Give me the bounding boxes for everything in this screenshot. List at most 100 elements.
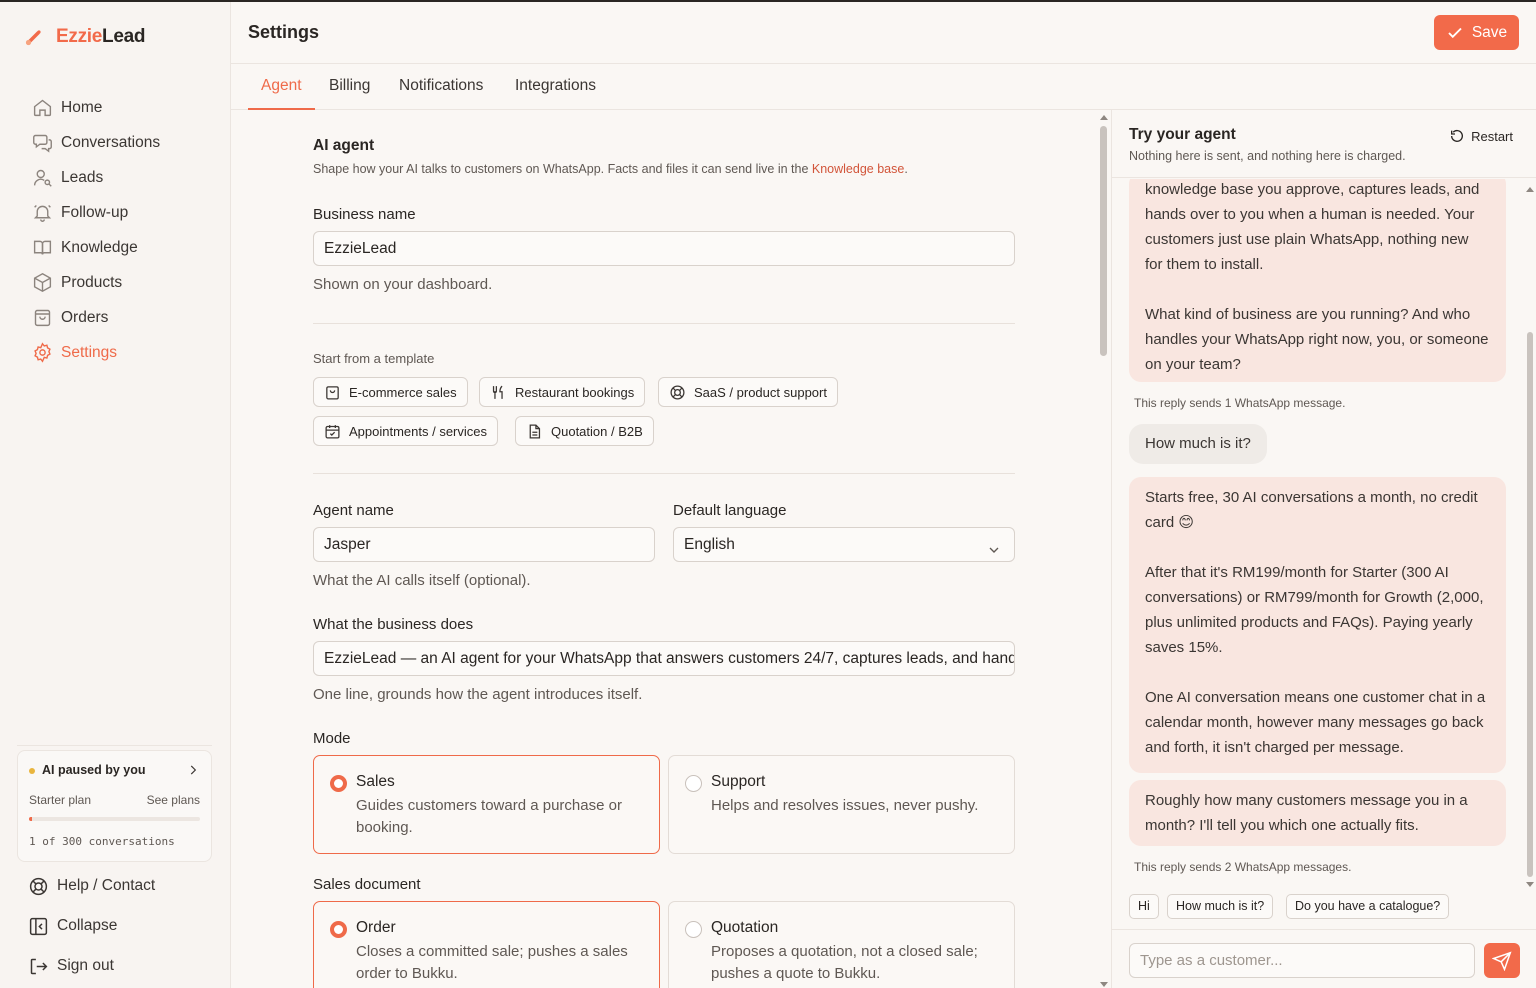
sales-document-label: Sales document	[313, 876, 421, 893]
bot-message: knowledge base you approve, captures lea…	[1129, 179, 1506, 382]
agent-name-input[interactable]: Jasper	[313, 527, 655, 562]
shopping-bag-icon	[324, 384, 341, 401]
chat-icon	[32, 132, 53, 153]
form-scrollbar[interactable]	[1098, 110, 1110, 988]
status-dot	[29, 767, 35, 774]
bot-message: Starts free, 30 AI conversations a month…	[1129, 477, 1506, 773]
chevron-down-icon	[986, 537, 1002, 553]
utensils-icon	[490, 384, 507, 401]
template-ecommerce-button[interactable]: E-commerce sales	[313, 377, 468, 407]
agent-name-label: Agent name	[313, 502, 394, 519]
radio-selected[interactable]	[330, 921, 347, 938]
scroll-down-arrow[interactable]	[1100, 982, 1108, 987]
save-button[interactable]: Save	[1434, 15, 1519, 50]
sidebar-item-conversations[interactable]: Conversations	[24, 125, 214, 160]
radio-unselected[interactable]	[685, 921, 702, 938]
chat-scrollbar[interactable]	[1524, 182, 1536, 890]
sidebar-item-products[interactable]: Products	[24, 265, 214, 300]
sidebar-item-follow-up[interactable]: Follow-up	[24, 195, 214, 230]
sidebar-item-label: Leads	[61, 168, 104, 186]
sidebar-item-label: Home	[61, 98, 103, 116]
chat-thread: knowledge base you approve, captures lea…	[1112, 179, 1536, 929]
sidebar-divider	[17, 745, 212, 746]
knowledge-base-link[interactable]: Knowledge base	[812, 162, 904, 176]
quick-reply-hi[interactable]: Hi	[1129, 894, 1159, 919]
radio-selected[interactable]	[330, 775, 347, 792]
mode-option-support[interactable]: Support Helps and resolves issues, never…	[668, 755, 1015, 854]
page-title: Settings	[248, 22, 320, 42]
sidebar-item-label: Settings	[61, 343, 118, 361]
bot-message: Roughly how many customers message you i…	[1129, 780, 1506, 846]
home-icon	[32, 97, 53, 118]
language-select[interactable]: English	[673, 527, 1015, 562]
sign-out-button[interactable]: Sign out	[28, 946, 218, 986]
sidebar-item-label: Knowledge	[61, 238, 138, 256]
business-name-hint: Shown on your dashboard.	[313, 276, 493, 293]
collapse-button[interactable]: Collapse	[28, 906, 218, 946]
scroll-up-arrow[interactable]	[1100, 115, 1108, 120]
collapse-label: Collapse	[57, 917, 118, 934]
send-icon	[1492, 950, 1512, 971]
template-restaurant-button[interactable]: Restaurant bookings	[479, 377, 646, 407]
tab-integrations[interactable]: Integrations	[515, 64, 596, 110]
scrollbar-thumb[interactable]	[1527, 332, 1533, 877]
sidebar: EzzieLead Home Conversations Leads Follo…	[0, 2, 231, 988]
customer-message-input[interactable]: Type as a customer...	[1129, 943, 1475, 978]
save-label: Save	[1471, 23, 1508, 41]
business-does-hint: One line, grounds how the agent introduc…	[313, 686, 643, 703]
user-search-icon	[32, 167, 53, 188]
template-label: Start from a template	[313, 351, 435, 366]
lifebuoy-icon	[669, 384, 686, 401]
radio-unselected[interactable]	[685, 775, 702, 792]
box-icon	[32, 272, 53, 293]
sidebar-bottom-nav: Help / Contact Collapse Sign out	[28, 866, 218, 986]
tab-agent[interactable]: Agent	[248, 64, 315, 110]
ai-status-text: AI paused by you	[42, 763, 146, 777]
composer-divider	[1112, 929, 1536, 930]
restart-button[interactable]: Restart	[1449, 128, 1513, 144]
sales-doc-option-quotation[interactable]: Quotation Proposes a quotation, not a cl…	[668, 901, 1015, 988]
settings-tabs: Agent Billing Notifications Integrations	[231, 64, 1536, 110]
chevron-right-icon[interactable]	[186, 763, 200, 777]
message-meta: This reply sends 2 WhatsApp messages.	[1134, 860, 1352, 874]
mode-option-sales[interactable]: Sales Guides customers toward a purchase…	[313, 755, 660, 854]
template-quotation-button[interactable]: Quotation / B2B	[515, 416, 654, 446]
sidebar-item-settings[interactable]: Settings	[24, 335, 214, 370]
scroll-down-arrow[interactable]	[1526, 882, 1534, 887]
sidebar-item-orders[interactable]: Orders	[24, 300, 214, 335]
mode-label: Mode	[313, 730, 351, 747]
divider	[313, 323, 1015, 324]
book-icon	[32, 237, 53, 258]
document-icon	[526, 423, 543, 440]
business-does-input[interactable]: EzzieLead — an AI agent for your WhatsAp…	[313, 641, 1015, 676]
tab-billing[interactable]: Billing	[329, 64, 370, 110]
restart-icon	[1449, 128, 1465, 144]
quick-reply-price[interactable]: How much is it?	[1167, 894, 1274, 919]
sales-doc-option-order[interactable]: Order Closes a committed sale; pushes a …	[313, 901, 660, 988]
brand-logo[interactable]: EzzieLead	[24, 26, 145, 48]
panel-title: Try your agent	[1129, 126, 1236, 143]
sidebar-item-knowledge[interactable]: Knowledge	[24, 230, 214, 265]
quick-reply-catalogue[interactable]: Do you have a catalogue?	[1286, 894, 1450, 919]
tab-notifications[interactable]: Notifications	[399, 64, 483, 110]
help-contact-label: Help / Contact	[57, 877, 156, 894]
page-header: Settings Save	[231, 2, 1536, 64]
template-appointments-button[interactable]: Appointments / services	[313, 416, 499, 446]
usage-count: 1 of 300 conversations	[29, 835, 175, 848]
help-contact-link[interactable]: Help / Contact	[28, 866, 218, 906]
sidebar-item-leads[interactable]: Leads	[24, 160, 214, 195]
restart-label: Restart	[1471, 128, 1513, 144]
plan-card[interactable]: AI paused by you Starter plan See plans …	[17, 750, 212, 862]
check-icon	[1446, 24, 1464, 42]
sidebar-item-label: Follow-up	[61, 203, 129, 221]
business-name-input[interactable]: EzzieLead	[313, 231, 1015, 266]
template-saas-button[interactable]: SaaS / product support	[658, 377, 838, 407]
sidebar-item-home[interactable]: Home	[24, 90, 214, 125]
message-meta: This reply sends 1 WhatsApp message.	[1134, 396, 1346, 410]
scroll-up-arrow[interactable]	[1526, 187, 1534, 192]
scrollbar-thumb[interactable]	[1100, 126, 1107, 356]
send-button[interactable]	[1484, 943, 1520, 978]
gear-icon	[32, 342, 53, 363]
see-plans-link[interactable]: See plans	[147, 793, 200, 807]
sign-out-label: Sign out	[57, 957, 114, 974]
